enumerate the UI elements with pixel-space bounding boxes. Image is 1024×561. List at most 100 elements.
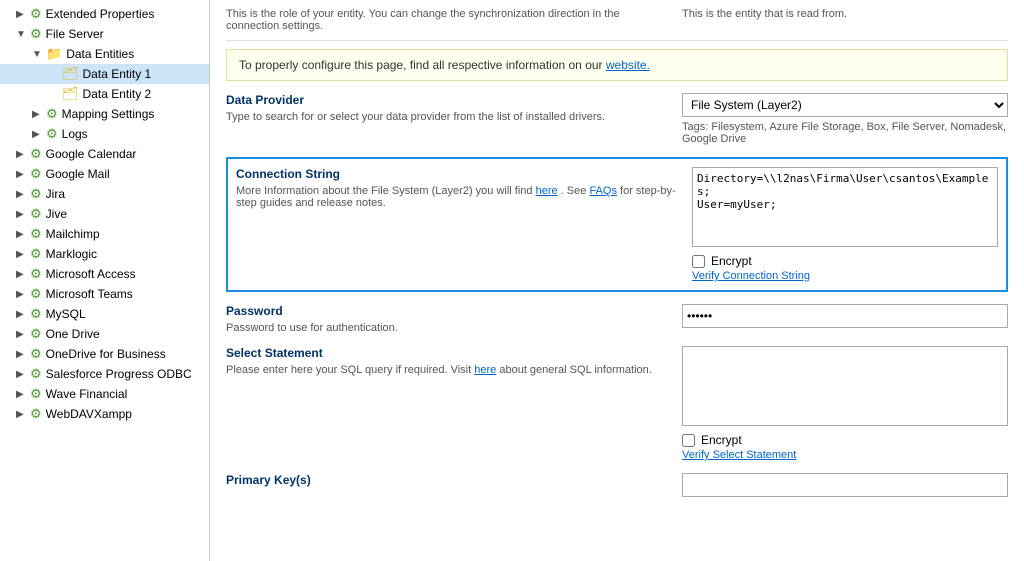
info-banner-text: To properly configure this page, find al… — [239, 58, 603, 72]
connection-string-box: Connection String More Information about… — [226, 157, 1008, 292]
sidebar-item-jira[interactable]: ▶⚙ Jira — [0, 184, 209, 204]
sidebar-label-onedrive-business: OneDrive for Business — [46, 347, 166, 361]
sel-desc-after: about general SQL information. — [499, 364, 651, 376]
sidebar-label-microsoft-access: Microsoft Access — [46, 267, 136, 281]
sidebar-item-microsoft-access[interactable]: ▶⚙ Microsoft Access — [0, 264, 209, 284]
sidebar-item-wave-financial[interactable]: ▶⚙Wave Financial — [0, 384, 209, 404]
gear-icon-extended-properties: ⚙ — [30, 6, 42, 22]
gear-icon-one-drive: ⚙ — [30, 326, 42, 342]
gear-icon-microsoft-teams: ⚙ — [30, 286, 42, 302]
sidebar-label-data-entity-2: Data Entity 2 — [83, 87, 152, 101]
password-desc: Password to use for authentication. — [226, 322, 666, 334]
main-content: This is the role of your entity. You can… — [210, 0, 1024, 561]
select-statement-section: Select Statement Please enter here your … — [226, 346, 1008, 461]
entity-type-row: This is the role of your entity. You can… — [226, 8, 1008, 32]
sidebar-label-jive: Jive — [46, 207, 67, 221]
expand-arrow-webdav-xampp: ▶ — [16, 409, 28, 420]
folder-icon-data-entities: 📁 — [46, 46, 62, 62]
connection-string-control: Directory=\\l2nas\Firma\User\csantos\Exa… — [692, 167, 998, 282]
sidebar-item-webdav-xampp[interactable]: ▶⚙WebDAVXampp — [0, 404, 209, 424]
expand-arrow-salesforce-progress: ▶ — [16, 369, 28, 380]
expand-arrow-onedrive-business: ▶ — [16, 349, 28, 360]
sidebar-item-file-server[interactable]: ▼⚙File Server — [0, 24, 209, 44]
sidebar-label-one-drive: One Drive — [46, 327, 100, 341]
sidebar-item-logs[interactable]: ▶⚙Logs — [0, 124, 209, 144]
connection-encrypt-label: Encrypt — [711, 254, 752, 268]
sidebar-item-one-drive[interactable]: ▶⚙ One Drive — [0, 324, 209, 344]
select-encrypt-row: Encrypt — [682, 433, 1008, 447]
sidebar-item-jive[interactable]: ▶⚙ Jive — [0, 204, 209, 224]
select-encrypt-label: Encrypt — [701, 433, 742, 447]
sidebar-item-onedrive-business[interactable]: ▶⚙ OneDrive for Business — [0, 344, 209, 364]
sidebar-label-jira: Jira — [46, 187, 65, 201]
sidebar-item-data-entities[interactable]: ▼📁Data Entities — [0, 44, 209, 64]
entity-icon-data-entity-2: 🗂 — [62, 86, 79, 102]
expand-arrow-mapping-settings: ▶ — [32, 109, 44, 120]
conn-faqs-link[interactable]: FAQs — [589, 185, 617, 197]
sidebar-label-logs: Logs — [62, 127, 88, 141]
entity-type-left-desc: This is the role of your entity. You can… — [226, 8, 666, 32]
connection-string-label-area: Connection String More Information about… — [236, 167, 676, 282]
primary-keys-control — [682, 473, 1008, 497]
gear-icon-marklogic: ⚙ — [30, 246, 42, 262]
sidebar-label-data-entity-1: Data Entity 1 — [83, 67, 152, 81]
expand-arrow-mailchimp: ▶ — [16, 229, 28, 240]
expand-arrow-marklogic: ▶ — [16, 249, 28, 260]
gear-icon-jira: ⚙ — [30, 186, 42, 202]
gear-icon-jive: ⚙ — [30, 206, 42, 222]
entity-icon-data-entity-1: 🗂 — [62, 66, 79, 82]
expand-arrow-one-drive: ▶ — [16, 329, 28, 340]
connection-encrypt-checkbox[interactable] — [692, 255, 705, 268]
sidebar-item-mysql[interactable]: ▶⚙MySQL — [0, 304, 209, 324]
connection-string-textarea[interactable]: Directory=\\l2nas\Firma\User\csantos\Exa… — [692, 167, 998, 247]
gear-icon-file-server: ⚙ — [30, 26, 42, 42]
connection-verify-link[interactable]: Verify Connection String — [692, 270, 998, 282]
select-statement-heading: Select Statement — [226, 346, 666, 360]
sidebar-item-microsoft-teams[interactable]: ▶⚙Microsoft Teams — [0, 284, 209, 304]
sidebar-item-google-mail[interactable]: ▶⚙Google Mail — [0, 164, 209, 184]
expand-arrow-jira: ▶ — [16, 189, 28, 200]
sidebar-item-mapping-settings[interactable]: ▶⚙Mapping Settings — [0, 104, 209, 124]
select-statement-textarea[interactable] — [682, 346, 1008, 426]
primary-keys-input[interactable] — [682, 473, 1008, 497]
password-input[interactable] — [682, 304, 1008, 328]
gear-icon-salesforce-progress: ⚙ — [30, 366, 42, 382]
expand-arrow-jive: ▶ — [16, 209, 28, 220]
select-encrypt-checkbox[interactable] — [682, 434, 695, 447]
sidebar-label-extended-properties: Extended Properties — [46, 7, 155, 21]
expand-arrow-google-calendar: ▶ — [16, 149, 28, 160]
primary-keys-heading: Primary Key(s) — [226, 473, 666, 487]
sidebar-item-extended-properties[interactable]: ▶⚙Extended Properties — [0, 4, 209, 24]
sidebar-item-mailchimp[interactable]: ▶⚙Mailchimp — [0, 224, 209, 244]
sel-here-link[interactable]: here — [474, 364, 496, 376]
conn-desc-before: More Information about the File System (… — [236, 185, 533, 197]
gear-icon-onedrive-business: ⚙ — [30, 346, 42, 362]
data-provider-select[interactable]: File System (Layer2) — [682, 93, 1008, 117]
sidebar-label-google-calendar: Google Calendar — [46, 147, 137, 161]
sidebar-label-webdav-xampp: WebDAVXampp — [46, 407, 132, 421]
password-label-area: Password Password to use for authenticat… — [226, 304, 666, 334]
data-provider-desc: Type to search for or select your data p… — [226, 111, 666, 123]
sidebar-label-microsoft-teams: Microsoft Teams — [46, 287, 133, 301]
sel-desc-before: Please enter here your SQL query if requ… — [226, 364, 471, 376]
gear-icon-mailchimp: ⚙ — [30, 226, 42, 242]
sidebar-item-data-entity-1[interactable]: 🗂 Data Entity 1 — [0, 64, 209, 84]
gear-icon-google-calendar: ⚙ — [30, 146, 42, 162]
sidebar-item-salesforce-progress[interactable]: ▶⚙Salesforce Progress ODBC — [0, 364, 209, 384]
expand-arrow-microsoft-access: ▶ — [16, 269, 28, 280]
conn-here-link[interactable]: here — [536, 185, 558, 197]
sidebar-label-mysql: MySQL — [46, 307, 86, 321]
info-banner-link[interactable]: website. — [606, 58, 650, 72]
gear-icon-mysql: ⚙ — [30, 306, 42, 322]
connection-string-inner: Connection String More Information about… — [236, 167, 998, 282]
expand-arrow-wave-financial: ▶ — [16, 389, 28, 400]
sidebar-item-marklogic[interactable]: ▶⚙Marklogic — [0, 244, 209, 264]
gear-icon-microsoft-access: ⚙ — [30, 266, 42, 282]
password-control — [682, 304, 1008, 334]
sidebar-item-google-calendar[interactable]: ▶⚙ Google Calendar — [0, 144, 209, 164]
expand-arrow-logs: ▶ — [32, 129, 44, 140]
connection-string-heading: Connection String — [236, 167, 676, 181]
select-verify-link[interactable]: Verify Select Statement — [682, 449, 1008, 461]
sidebar-item-data-entity-2[interactable]: 🗂 Data Entity 2 — [0, 84, 209, 104]
select-statement-desc: Please enter here your SQL query if requ… — [226, 364, 666, 376]
